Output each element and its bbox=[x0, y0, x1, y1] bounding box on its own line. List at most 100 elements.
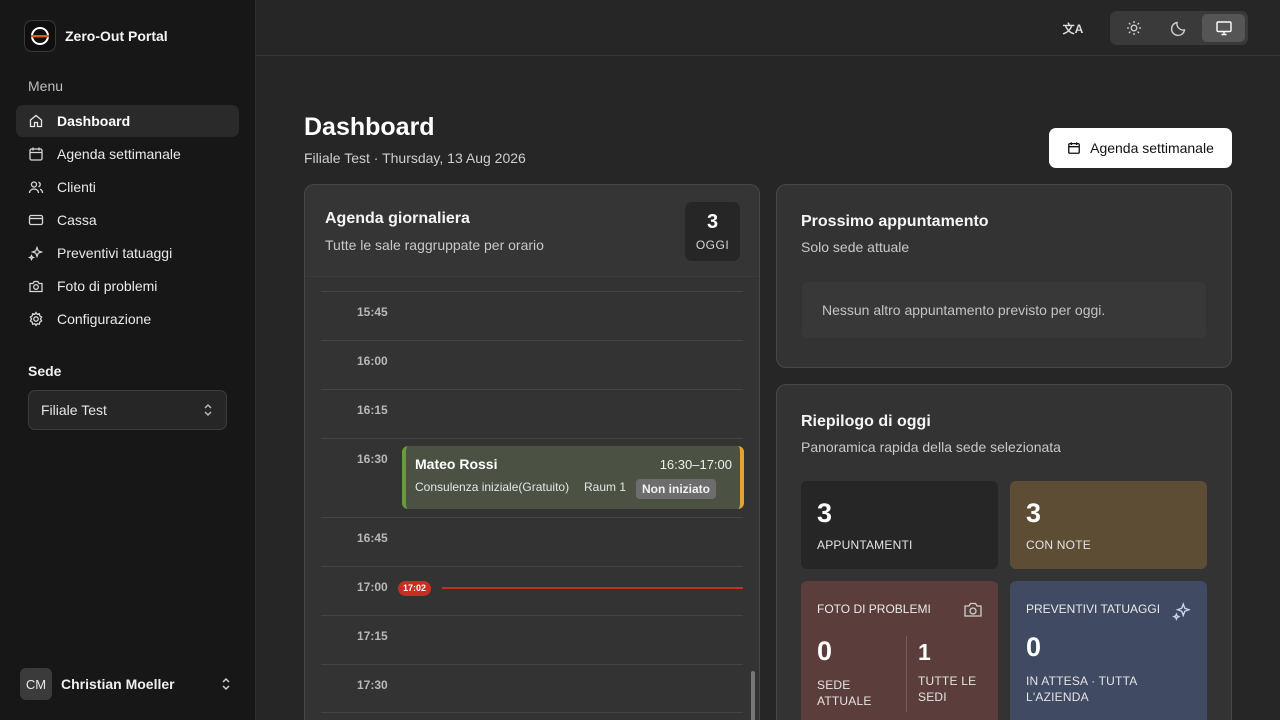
monitor-icon bbox=[1215, 21, 1232, 36]
time-slot[interactable]: 17:30 bbox=[321, 664, 743, 713]
page-subtitle: Filiale Test · Thursday, 13 Aug 2026 bbox=[304, 150, 526, 166]
user-name: Christian Moeller bbox=[61, 676, 175, 692]
agenda-timeline[interactable]: 15:45 16:00 16:15 16:30 Mateo Rossi 16:3… bbox=[321, 291, 744, 720]
daily-agenda-header: Agenda giornaliera Tutte le sale raggrup… bbox=[305, 185, 759, 277]
notes-count: 3 bbox=[1026, 498, 1042, 528]
today-summary-card: Riepilogo di oggi Panoramica rapida dell… bbox=[776, 384, 1232, 720]
sparkles-icon bbox=[1172, 602, 1191, 621]
summary-subtitle: Panoramica rapida della sede selezionata bbox=[801, 439, 1061, 455]
sidebar: Zero-Out Portal Menu Dashboard Agenda se… bbox=[0, 0, 256, 720]
appointment-room: Raum 1 bbox=[584, 480, 627, 494]
sidebar-item-dashboard[interactable]: Dashboard bbox=[16, 105, 239, 137]
time-slot[interactable]: 16:30 Mateo Rossi 16:30–17:00 Consulenza… bbox=[321, 438, 744, 517]
problem-photos-current-count: 0 bbox=[817, 636, 833, 666]
user-menu[interactable]: CM Christian Moeller bbox=[20, 668, 232, 700]
slot-time: 16:30 bbox=[357, 452, 388, 466]
gear-icon bbox=[29, 311, 43, 327]
menu-label: Menu bbox=[28, 78, 64, 94]
sidebar-nav: Dashboard Agenda settimanale Clienti Cas… bbox=[16, 105, 239, 336]
tattoo-quotes-tile[interactable]: PREVENTIVI TATUAGGI 0 IN ATTESA · TUTTA … bbox=[1010, 581, 1207, 720]
theme-dark-button[interactable] bbox=[1158, 14, 1201, 42]
sidebar-item-label: Clienti bbox=[57, 179, 96, 195]
chevron-up-down-icon bbox=[204, 404, 212, 416]
sede-select[interactable]: Filiale Test bbox=[28, 390, 227, 430]
daily-agenda-card: Agenda giornaliera Tutte le sale raggrup… bbox=[304, 184, 760, 720]
sidebar-item-foto-di-problemi[interactable]: Foto di problemi bbox=[16, 270, 239, 302]
time-slot[interactable]: 17:00 17:02 bbox=[321, 566, 743, 615]
topbar: 文A bbox=[256, 0, 1280, 56]
problem-photos-tile[interactable]: FOTO DI PROBLEMI 0 SEDE ATTUALE 1 TUTTE … bbox=[801, 581, 998, 720]
appointment-time: 16:30–17:00 bbox=[659, 457, 732, 472]
time-slot[interactable]: 15:45 bbox=[321, 291, 743, 340]
theme-system-button[interactable] bbox=[1202, 14, 1246, 42]
calendar-icon bbox=[1068, 142, 1081, 154]
time-slot[interactable]: 16:45 bbox=[321, 517, 743, 566]
sidebar-item-label: Cassa bbox=[57, 212, 97, 228]
chevron-up-down-icon bbox=[222, 677, 230, 691]
daily-agenda-title: Agenda giornaliera bbox=[325, 210, 470, 227]
sparkles-icon bbox=[28, 245, 44, 261]
slot-time: 15:45 bbox=[357, 305, 388, 319]
sidebar-item-label: Agenda settimanale bbox=[57, 146, 181, 162]
credit-card-icon bbox=[28, 214, 44, 226]
sidebar-item-label: Preventivi tatuaggi bbox=[57, 245, 173, 261]
theme-light-button[interactable] bbox=[1113, 14, 1156, 42]
agenda-scrollbar[interactable] bbox=[751, 671, 755, 720]
next-appointment-title: Prossimo appuntamento bbox=[801, 213, 989, 230]
weekly-agenda-button-label: Agenda settimanale bbox=[1090, 140, 1214, 156]
problem-photos-all-label: TUTTE LE SEDI bbox=[918, 674, 977, 704]
next-appointment-subtitle: Solo sede attuale bbox=[801, 239, 910, 255]
slot-time: 17:00 bbox=[357, 580, 388, 594]
time-slot[interactable]: 16:15 bbox=[321, 389, 743, 438]
problem-photos-all-count: 1 bbox=[918, 639, 931, 665]
slot-time: 16:45 bbox=[357, 531, 388, 545]
current-time-badge: 17:02 bbox=[398, 581, 432, 596]
time-slot[interactable]: 17:15 bbox=[321, 615, 743, 664]
slot-time: 17:30 bbox=[357, 678, 388, 692]
sidebar-item-clienti[interactable]: Clienti bbox=[16, 171, 239, 203]
notes-label: CON NOTE bbox=[1026, 538, 1091, 552]
sidebar-item-preventivi-tatuaggi[interactable]: Preventivi tatuaggi bbox=[16, 237, 239, 269]
current-time-line bbox=[442, 587, 743, 589]
tattoo-quotes-label: IN ATTESA · TUTTA L'AZIENDA bbox=[1026, 674, 1137, 704]
app-name: Zero-Out Portal bbox=[65, 28, 168, 44]
camera-icon bbox=[29, 280, 43, 293]
sidebar-item-cassa[interactable]: Cassa bbox=[16, 204, 239, 236]
sede-select-value: Filiale Test bbox=[41, 402, 107, 418]
sun-icon bbox=[1127, 21, 1142, 35]
avatar: CM bbox=[20, 668, 52, 700]
slot-time: 17:15 bbox=[357, 629, 388, 643]
sidebar-item-agenda-settimanale[interactable]: Agenda settimanale bbox=[16, 138, 239, 170]
brand[interactable]: Zero-Out Portal bbox=[24, 20, 168, 52]
camera-icon bbox=[964, 602, 982, 617]
sede-label: Sede bbox=[28, 363, 62, 379]
appointment-type: Consulenza iniziale(Gratuito) bbox=[415, 480, 570, 494]
today-count-label: OGGI bbox=[695, 238, 730, 252]
sidebar-item-label: Foto di problemi bbox=[57, 278, 158, 294]
time-slot[interactable]: 16:00 bbox=[321, 340, 743, 389]
slot-time: 16:15 bbox=[357, 403, 388, 417]
sidebar-item-label: Configurazione bbox=[57, 311, 152, 327]
slot-time: 16:00 bbox=[357, 354, 388, 368]
notes-tile[interactable]: 3 CON NOTE bbox=[1010, 481, 1207, 569]
theme-toggle bbox=[1110, 11, 1248, 45]
today-count: 3 bbox=[706, 211, 719, 233]
status-badge: Non iniziato bbox=[636, 479, 716, 499]
appointment-card[interactable]: Mateo Rossi 16:30–17:00 Consulenza inizi… bbox=[402, 446, 744, 509]
logo-icon bbox=[24, 20, 56, 52]
problem-photos-title: FOTO DI PROBLEMI bbox=[817, 602, 931, 616]
appointment-client: Mateo Rossi bbox=[415, 456, 498, 472]
appointments-count: 3 bbox=[817, 498, 833, 528]
today-count-badge: 3 OGGI bbox=[685, 202, 740, 261]
page-title: Dashboard bbox=[304, 113, 435, 141]
summary-title: Riepilogo di oggi bbox=[801, 413, 931, 430]
translate-icon[interactable]: 文A bbox=[1062, 17, 1084, 39]
weekly-agenda-button[interactable]: Agenda settimanale bbox=[1049, 128, 1232, 168]
users-icon bbox=[28, 181, 44, 194]
appointments-label: APPUNTAMENTI bbox=[817, 538, 913, 552]
sidebar-item-configurazione[interactable]: Configurazione bbox=[16, 303, 239, 335]
next-appointment-card: Prossimo appuntamento Solo sede attuale … bbox=[776, 184, 1232, 368]
moon-icon bbox=[1170, 21, 1186, 37]
divider bbox=[906, 636, 907, 712]
appointments-tile[interactable]: 3 APPUNTAMENTI bbox=[801, 481, 998, 569]
